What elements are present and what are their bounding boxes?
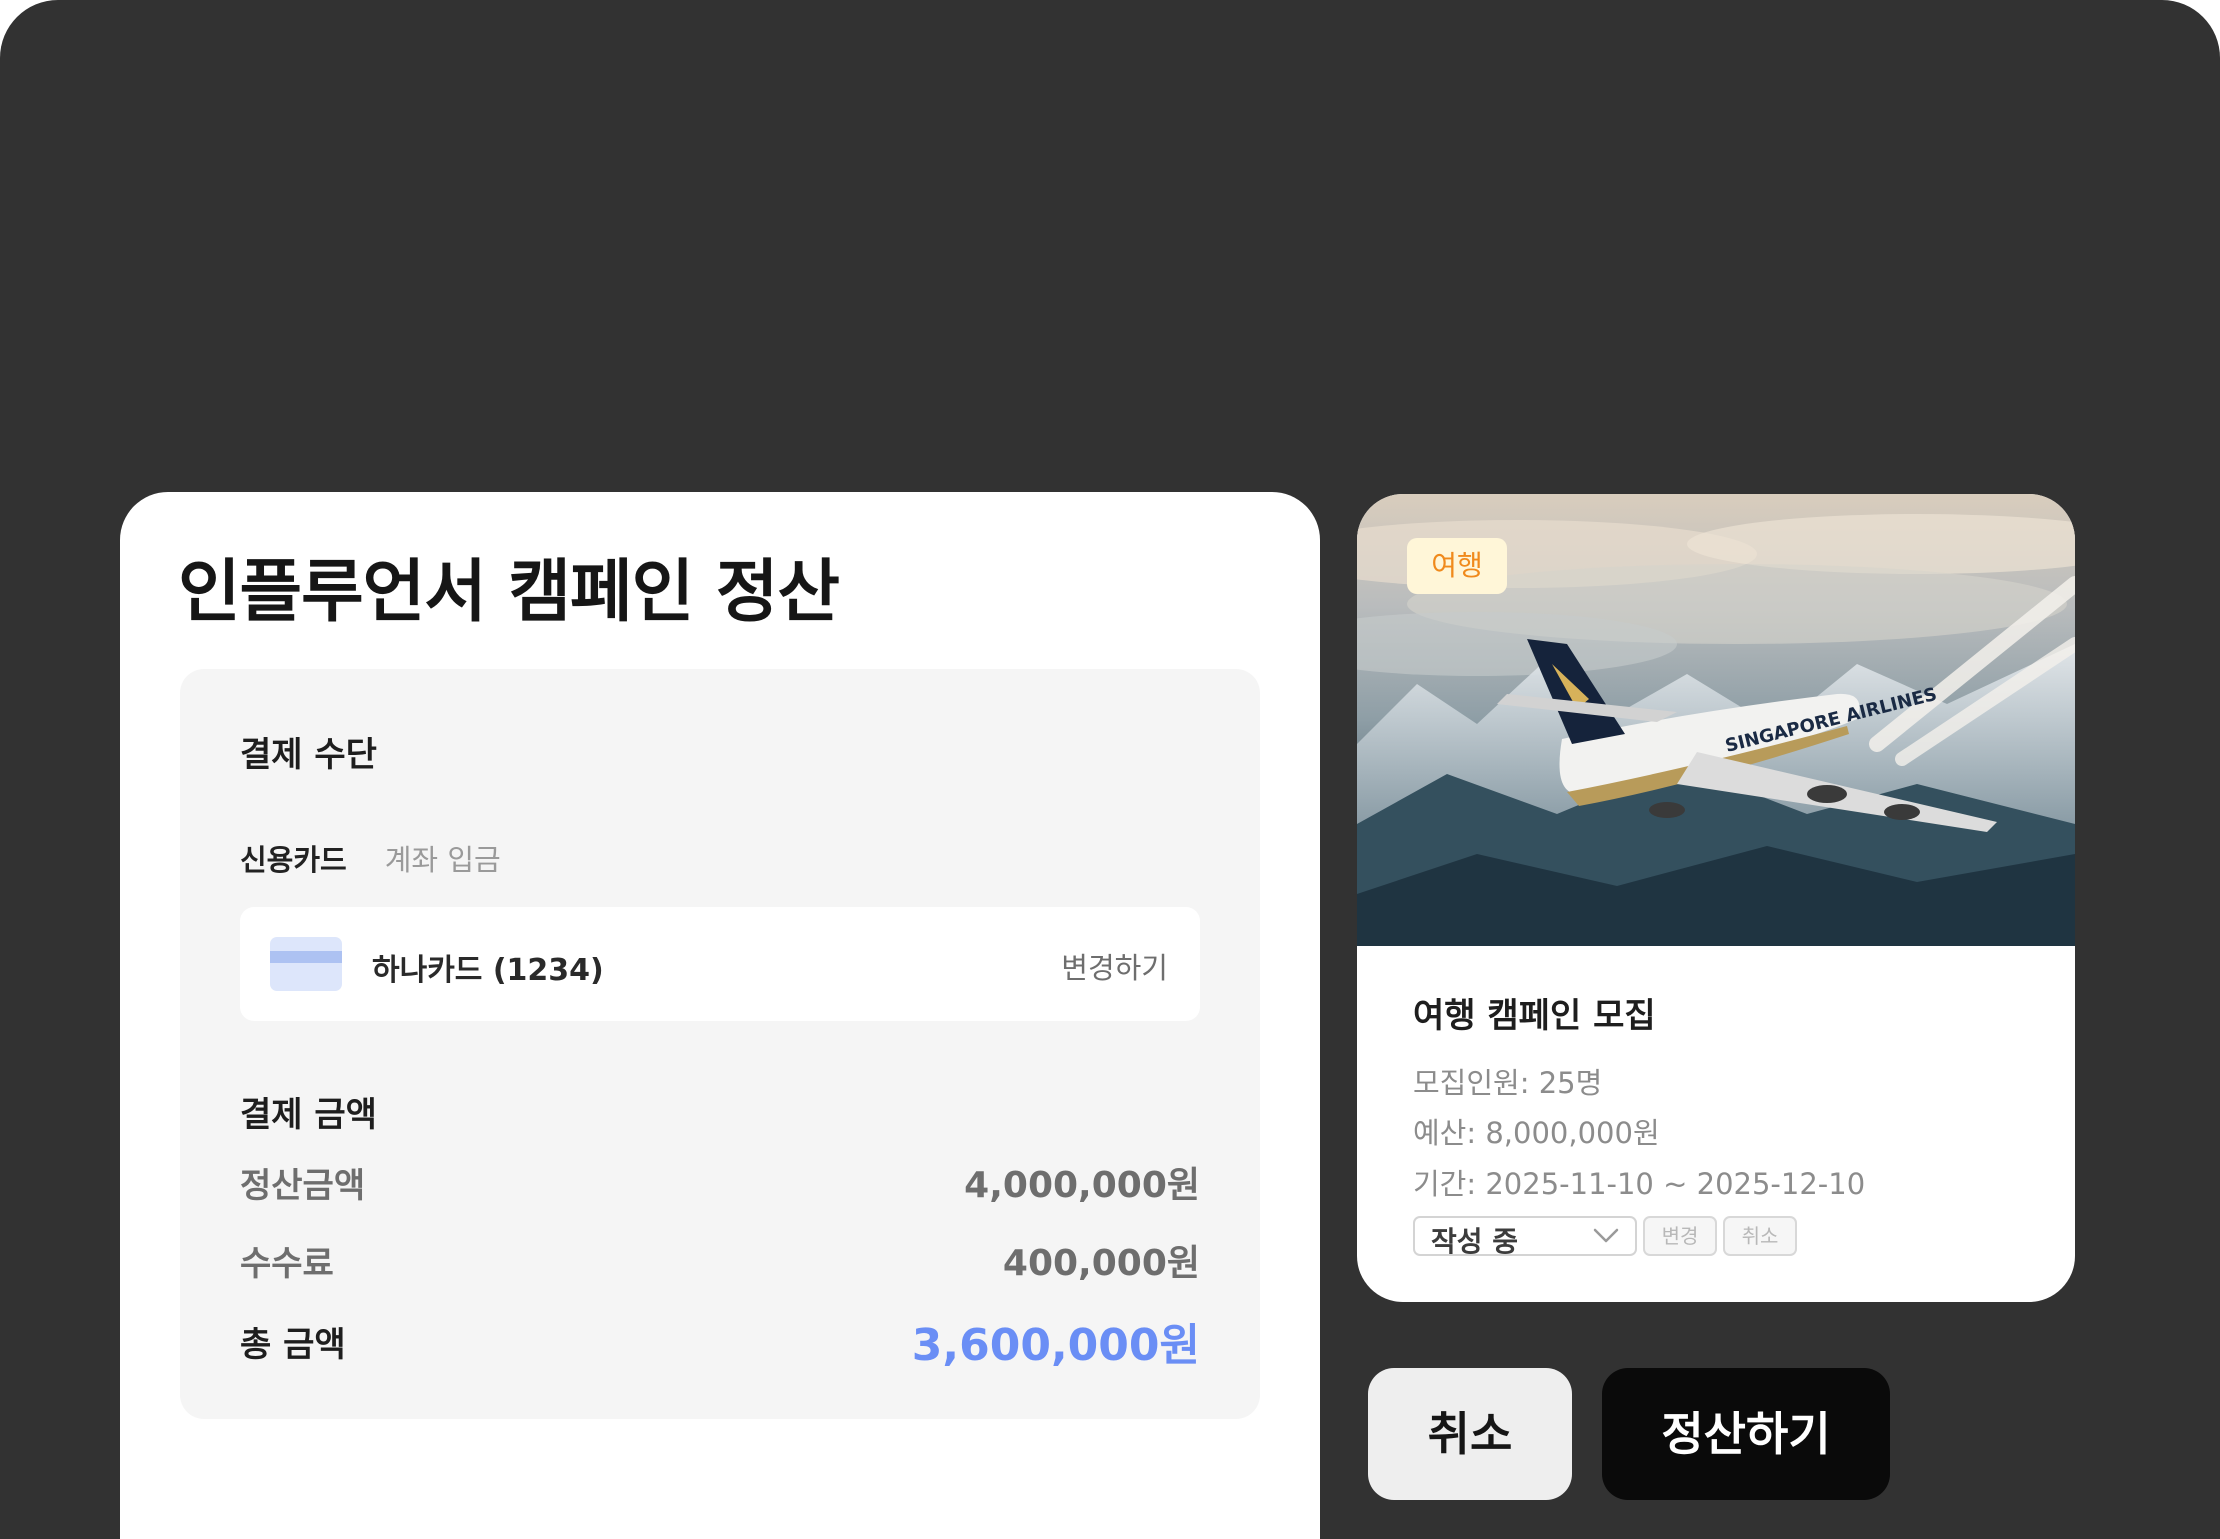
- total-amount-label: 총 금액: [240, 1324, 346, 1365]
- fee-label: 수수료: [240, 1243, 334, 1284]
- tab-bank-transfer[interactable]: 계좌 입금: [385, 837, 501, 879]
- campaign-recruits: 모집인원: 25명: [1413, 1066, 1603, 1100]
- campaign-title: 여행 캠페인 모집: [1413, 996, 1656, 1036]
- page-title: 인플루언서 캠페인 정산: [178, 553, 840, 632]
- card-name: 하나카드 (1234): [372, 953, 604, 988]
- settlement-panel: 인플루언서 캠페인 정산 결제 수단 신용카드 계좌 입금 하나카드 (1234…: [120, 492, 1320, 1539]
- chevron-down-icon: [1593, 1228, 1619, 1243]
- payment-amount-heading: 결제 금액: [240, 1095, 377, 1135]
- app-frame: 인플루언서 캠페인 정산 결제 수단 신용카드 계좌 입금 하나카드 (1234…: [0, 0, 2220, 1539]
- payment-method-tabs: 신용카드 계좌 입금: [240, 837, 501, 879]
- status-select-value: 작성 중: [1431, 1225, 1519, 1258]
- total-amount-value: 3,600,000원: [911, 1320, 1200, 1371]
- status-select[interactable]: 작성 중: [1413, 1216, 1637, 1258]
- selected-card: 하나카드 (1234) 변경하기: [240, 907, 1200, 1021]
- settlement-amount-label: 정산금액: [240, 1165, 366, 1206]
- change-card-button[interactable]: 변경하기: [1061, 945, 1168, 987]
- fee-value: 400,000원: [1002, 1243, 1200, 1284]
- campaign-card[interactable]: SINGAPORE AIRLINES 여행 여행 캠페인 모집 모집인원: 25…: [1357, 494, 2075, 1302]
- campaign-budget: 예산: 8,000,000원: [1413, 1116, 1660, 1150]
- total-amount-row: 총 금액 3,600,000원: [240, 1309, 1200, 1373]
- campaign-period: 기간: 2025-11-10 ~ 2025-12-10: [1413, 1167, 1866, 1201]
- fee-row: 수수료 400,000원: [240, 1234, 1200, 1286]
- tab-credit-card[interactable]: 신용카드: [240, 837, 347, 879]
- cancel-button[interactable]: 취소: [1368, 1368, 1572, 1500]
- settlement-amount-row: 정산금액 4,000,000원: [240, 1156, 1200, 1208]
- campaign-cancel-button[interactable]: 취소: [1723, 1216, 1797, 1256]
- campaign-change-button[interactable]: 변경: [1643, 1216, 1717, 1256]
- settle-button[interactable]: 정산하기: [1602, 1368, 1890, 1500]
- credit-card-icon: [270, 937, 342, 991]
- campaign-photo: SINGAPORE AIRLINES 여행: [1357, 494, 2075, 946]
- payment-section: 결제 수단 신용카드 계좌 입금 하나카드 (1234) 변경하기 결제 금액 …: [180, 669, 1260, 1419]
- settlement-amount-value: 4,000,000원: [964, 1165, 1200, 1206]
- category-badge: 여행: [1407, 538, 1507, 594]
- payment-method-heading: 결제 수단: [240, 735, 377, 775]
